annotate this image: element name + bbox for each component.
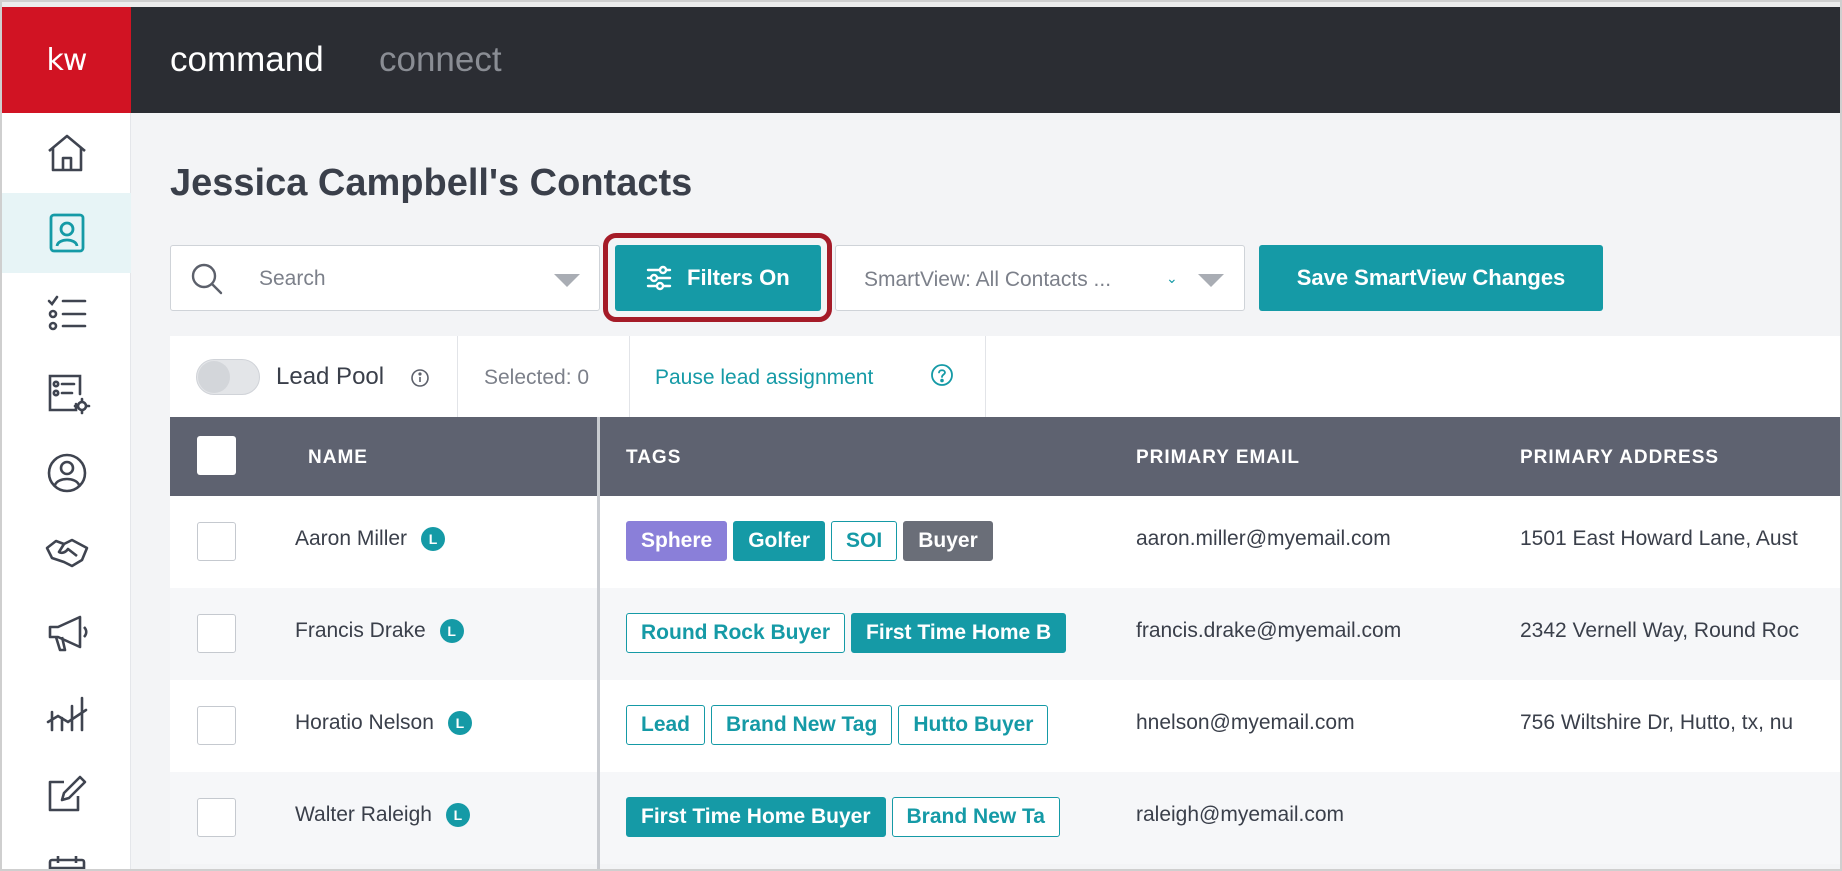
- smartview-selected-value: SmartView: All Contacts ...: [864, 268, 1112, 291]
- column-header-email[interactable]: PRIMARY EMAIL: [1136, 447, 1300, 469]
- contact-address: 1501 East Howard Lane, Aust: [1520, 527, 1798, 550]
- analytics-icon: [46, 696, 87, 732]
- tag[interactable]: Hutto Buyer: [898, 705, 1049, 745]
- lead-pool-label: Lead Pool: [276, 363, 385, 390]
- table-row[interactable]: Aaron Miller L Sphere Golfer SOI Buyer aaron…: [170, 496, 1840, 588]
- toggle-knob: [198, 361, 230, 393]
- smartview-select[interactable]: SmartView: All Contacts ... ⌄: [835, 245, 1245, 311]
- tag[interactable]: Golfer: [733, 521, 826, 561]
- user-circle-icon: [47, 453, 86, 493]
- column-divider[interactable]: [597, 417, 600, 869]
- contact-email: raleigh@myemail.com: [1136, 803, 1345, 826]
- help-icon[interactable]: [930, 363, 954, 387]
- kw-logo[interactable]: kw: [2, 7, 131, 113]
- lead-badge: L: [439, 619, 464, 644]
- lead-badge: L: [447, 711, 472, 736]
- lead-pool-bar: Lead Pool Selected: 0 Pause lead assignm…: [170, 336, 1840, 417]
- search-icon: [191, 263, 223, 295]
- table-row[interactable]: Walter Raleigh L First Time Home Buyer Bra…: [170, 772, 1840, 864]
- contact-name[interactable]: Aaron Miller L: [295, 527, 446, 552]
- check-icon: ⌄: [1166, 271, 1178, 287]
- row-checkbox[interactable]: [197, 706, 236, 745]
- megaphone-icon: [48, 615, 88, 652]
- page-title: Jessica Campbell's Contacts: [170, 162, 693, 204]
- tag[interactable]: Sphere: [626, 521, 728, 561]
- row-checkbox[interactable]: [197, 798, 236, 837]
- sidebar-item-notes[interactable]: [2, 753, 131, 833]
- row-checkbox[interactable]: [197, 614, 236, 653]
- search-placeholder: Search: [259, 267, 326, 290]
- column-header-name[interactable]: NAME: [308, 447, 368, 469]
- table-row[interactable]: Horatio Nelson L Lead Brand New Tag Hutto B…: [170, 680, 1840, 772]
- tag[interactable]: First Time Home B: [851, 613, 1067, 653]
- edit-icon: [48, 775, 86, 812]
- contact-address: 2342 Vernell Way, Round Roc: [1520, 619, 1799, 642]
- sidebar-item-home[interactable]: [2, 113, 131, 193]
- sidebar-item-settings-list[interactable]: [2, 353, 131, 433]
- filter-sliders-icon: [646, 265, 672, 291]
- tags-cell: Round Rock Buyer First Time Home B: [626, 613, 1084, 655]
- tags-cell: Sphere Golfer SOI Buyer: [626, 521, 1084, 563]
- divider: [985, 336, 986, 417]
- table-row[interactable]: Francis Drake L Round Rock Buyer First Tim…: [170, 588, 1840, 680]
- info-icon[interactable]: [410, 368, 430, 388]
- lead-badge: L: [421, 527, 446, 552]
- sidebar: [2, 113, 131, 869]
- home-icon: [47, 134, 86, 172]
- save-smartview-button[interactable]: Save SmartView Changes: [1259, 245, 1603, 311]
- nav-command[interactable]: command: [170, 40, 324, 80]
- contact-name[interactable]: Walter Raleigh L: [295, 803, 470, 828]
- contact-name[interactable]: Horatio Nelson L: [295, 711, 472, 736]
- tasks-icon: [47, 295, 86, 331]
- chevron-down-icon[interactable]: [1198, 274, 1224, 287]
- calendar-icon: [48, 856, 85, 869]
- sidebar-item-deals[interactable]: [2, 513, 131, 593]
- contact-address: 756 Wiltshire Dr, Hutto, tx, nu: [1520, 711, 1794, 734]
- contact-email: aaron.miller@myemail.com: [1136, 527, 1391, 550]
- selected-count: Selected: 0: [484, 366, 590, 389]
- contacts-icon: [49, 213, 84, 253]
- tag[interactable]: Buyer: [903, 521, 993, 561]
- row-checkbox[interactable]: [197, 522, 236, 561]
- sidebar-item-tasks[interactable]: [2, 273, 131, 353]
- sidebar-item-marketing[interactable]: [2, 593, 131, 673]
- column-header-tags[interactable]: TAGS: [626, 447, 681, 469]
- nav-connect[interactable]: connect: [379, 40, 502, 80]
- tag[interactable]: Lead: [626, 705, 706, 745]
- tags-cell: Lead Brand New Tag Hutto Buyer: [626, 705, 1084, 747]
- tag[interactable]: Brand New Tag: [711, 705, 893, 745]
- select-all-checkbox[interactable]: [197, 436, 236, 475]
- pause-lead-assignment-link[interactable]: Pause lead assignment: [655, 366, 873, 390]
- search-input[interactable]: Search: [170, 245, 600, 311]
- sidebar-item-calendar[interactable]: [2, 833, 131, 869]
- contact-email: francis.drake@myemail.com: [1136, 619, 1402, 642]
- top-navigation-bar: kw command connect: [2, 7, 1840, 113]
- table-header: NAME TAGS PRIMARY EMAIL PRIMARY ADDRESS: [170, 417, 1840, 496]
- tag[interactable]: SOI: [831, 521, 898, 561]
- contact-email: hnelson@myemail.com: [1136, 711, 1355, 734]
- settings-list-icon: [48, 374, 90, 415]
- divider: [629, 336, 630, 417]
- handshake-icon: [45, 538, 88, 568]
- tags-cell: First Time Home Buyer Brand New Ta: [626, 797, 1084, 839]
- tag[interactable]: Brand New Ta: [891, 797, 1060, 837]
- lead-badge: L: [445, 803, 470, 828]
- sidebar-item-profile[interactable]: [2, 433, 131, 513]
- app-frame: kw command connect Jessica Campbell's Co…: [0, 0, 1842, 871]
- sidebar-item-analytics[interactable]: [2, 673, 131, 753]
- column-header-address[interactable]: PRIMARY ADDRESS: [1520, 447, 1719, 469]
- divider: [457, 336, 458, 417]
- contact-name[interactable]: Francis Drake L: [295, 619, 464, 644]
- sidebar-item-contacts[interactable]: [2, 193, 131, 273]
- tag[interactable]: Round Rock Buyer: [626, 613, 846, 653]
- lead-pool-toggle[interactable]: [196, 359, 260, 395]
- filters-button-label: Filters On: [687, 265, 790, 290]
- chevron-down-icon[interactable]: [554, 274, 580, 287]
- filters-button[interactable]: Filters On: [615, 245, 821, 311]
- tag[interactable]: First Time Home Buyer: [626, 797, 886, 837]
